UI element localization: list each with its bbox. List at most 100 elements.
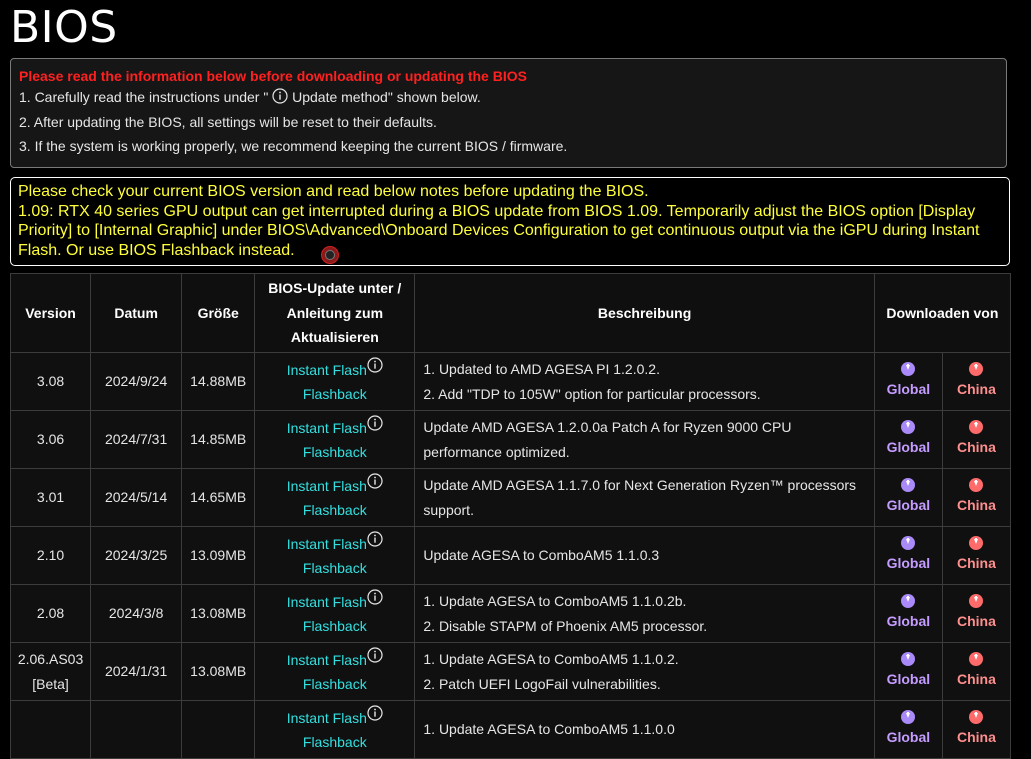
- download-global-cell: Global: [873, 642, 943, 701]
- row-date: 2024/3/8: [90, 584, 183, 643]
- flashback-link[interactable]: Flashback: [303, 734, 367, 750]
- row-description-line: 1. Update AGESA to ComboAM5 1.1.0.0: [423, 721, 675, 738]
- flashback-link[interactable]: Flashback: [303, 560, 367, 576]
- download-china-button[interactable]: China: [947, 361, 1006, 402]
- download-global-label: Global: [886, 496, 931, 513]
- row-date: 2024/3/25: [90, 526, 183, 585]
- download-global-button[interactable]: Global: [879, 361, 938, 402]
- row-guide: Instant Flash Flashback: [254, 410, 416, 469]
- info-icon: [272, 87, 288, 104]
- download-icon: [901, 651, 916, 666]
- row-size: 14.88MB: [181, 352, 256, 411]
- download-icon: [969, 419, 984, 434]
- download-icon: [969, 651, 984, 666]
- download-china-button[interactable]: China: [947, 477, 1006, 518]
- download-china-button[interactable]: China: [947, 709, 1006, 750]
- table-row: 2.08 2024/3/8 13.08MB Instant Flash Flas…: [9, 584, 1012, 643]
- download-global-cell: Global: [873, 410, 943, 469]
- row-size: 13.08MB: [181, 584, 256, 643]
- table-row: 3.01 2024/5/14 14.65MB Instant Flash Fla…: [9, 468, 1012, 527]
- flashback-link[interactable]: Flashback: [303, 502, 367, 518]
- warning-line-1: Please check your current BIOS version a…: [18, 183, 649, 200]
- notice-line-1: 1. Carefully read the instructions under…: [19, 85, 998, 110]
- row-description: 1. Update AGESA to ComboAM5 1.1.0.2. 2. P…: [414, 642, 875, 701]
- download-global-button[interactable]: Global: [879, 651, 938, 692]
- flashback-link[interactable]: Flashback: [303, 676, 367, 692]
- download-global-label: Global: [886, 554, 931, 571]
- warning-line-2: 1.09: RTX 40 series GPU output can get i…: [18, 202, 980, 259]
- download-china-cell: China: [941, 526, 1012, 585]
- row-version: 3.06: [9, 410, 92, 469]
- row-date: 2024/5/14: [90, 468, 183, 527]
- flashback-link[interactable]: Flashback: [303, 618, 367, 634]
- download-china-button[interactable]: China: [947, 535, 1006, 576]
- row-guide: Instant Flash Flashback: [254, 584, 416, 643]
- info-icon[interactable]: [367, 588, 383, 610]
- download-china-label: China: [957, 380, 996, 397]
- info-icon[interactable]: [367, 530, 383, 552]
- download-global-cell: Global: [873, 526, 943, 585]
- row-size: 14.85MB: [181, 410, 256, 469]
- download-china-button[interactable]: China: [947, 651, 1006, 692]
- row-description-line: 1. Update AGESA to ComboAM5 1.1.0.2b.: [423, 593, 687, 609]
- download-global-label: Global: [886, 728, 931, 745]
- info-icon[interactable]: [367, 356, 383, 378]
- bios-notice-box: Please read the information below before…: [10, 58, 1007, 168]
- row-date: 2024/7/31: [90, 410, 183, 469]
- download-global-button[interactable]: Global: [879, 709, 938, 750]
- table-row: 3.06 2024/7/31 14.85MB Instant Flash Fla…: [9, 410, 1012, 469]
- row-description: 1. Update AGESA to ComboAM5 1.1.0.2b. 2. …: [414, 584, 875, 643]
- instant-flash-link[interactable]: Instant Flash: [287, 420, 367, 436]
- header-guide: BIOS-Update unter / Anleitung zum Aktual…: [254, 273, 416, 353]
- download-china-button[interactable]: China: [947, 419, 1006, 460]
- info-icon[interactable]: [367, 646, 383, 668]
- download-china-cell: China: [941, 410, 1012, 469]
- download-global-button[interactable]: Global: [879, 535, 938, 576]
- info-icon[interactable]: [367, 414, 383, 436]
- info-icon[interactable]: [367, 472, 383, 494]
- download-global-button[interactable]: Global: [879, 477, 938, 518]
- table-row: 2.06.AS03 [Beta] 2024/1/31 13.08MB Insta…: [9, 642, 1012, 701]
- flashback-link[interactable]: Flashback: [303, 386, 367, 402]
- row-description: Update AGESA to ComboAM5 1.1.0.3: [414, 526, 875, 585]
- download-china-label: China: [957, 554, 996, 571]
- download-icon: [969, 535, 984, 550]
- row-description-line: 1. Updated to AMD AGESA PI 1.2.0.2.: [423, 361, 660, 377]
- info-icon[interactable]: [367, 704, 383, 726]
- flashback-link[interactable]: Flashback: [303, 444, 367, 460]
- download-icon: [969, 593, 984, 608]
- row-guide: Instant Flash Flashback: [254, 468, 416, 527]
- download-icon: [969, 361, 984, 376]
- download-global-button[interactable]: Global: [879, 419, 938, 460]
- download-china-label: China: [957, 438, 996, 455]
- header-version: Version: [9, 273, 92, 353]
- download-icon: [969, 477, 984, 492]
- instant-flash-link[interactable]: Instant Flash: [287, 594, 367, 610]
- page-title: BIOS: [10, 2, 118, 53]
- instant-flash-link[interactable]: Instant Flash: [287, 652, 367, 668]
- row-description-line: Update AMD AGESA 1.1.7.0 for Next Genera…: [423, 477, 857, 493]
- row-description-line: Update AMD AGESA 1.2.0.0a Patch A for Ry…: [423, 419, 792, 435]
- download-china-button[interactable]: China: [947, 593, 1006, 634]
- notice-line-1-pre: 1. Carefully read the instructions under…: [19, 89, 273, 105]
- instant-flash-link[interactable]: Instant Flash: [287, 478, 367, 494]
- notice-line-3: 3. If the system is working properly, we…: [19, 138, 568, 154]
- header-download: Downloaden von: [873, 273, 1012, 353]
- instant-flash-link[interactable]: Instant Flash: [287, 710, 367, 726]
- row-size: 13.08MB: [181, 642, 256, 701]
- row-size: 14.65MB: [181, 468, 256, 527]
- row-guide: Instant Flash Flashback: [254, 352, 416, 411]
- table-header-row: Version Datum Größe BIOS-Update unter / …: [9, 273, 1012, 353]
- download-china-cell: China: [941, 642, 1012, 701]
- download-global-button[interactable]: Global: [879, 593, 938, 634]
- bios-warning-box: Please check your current BIOS version a…: [10, 177, 1010, 266]
- download-global-cell: Global: [873, 584, 943, 643]
- instant-flash-link[interactable]: Instant Flash: [287, 536, 367, 552]
- row-size: [181, 700, 256, 759]
- row-date: 2024/9/24: [90, 352, 183, 411]
- row-guide: Instant Flash Flashback: [254, 700, 416, 759]
- row-date: [90, 700, 183, 759]
- instant-flash-link[interactable]: Instant Flash: [287, 362, 367, 378]
- download-icon: [901, 419, 916, 434]
- download-global-cell: Global: [873, 468, 943, 527]
